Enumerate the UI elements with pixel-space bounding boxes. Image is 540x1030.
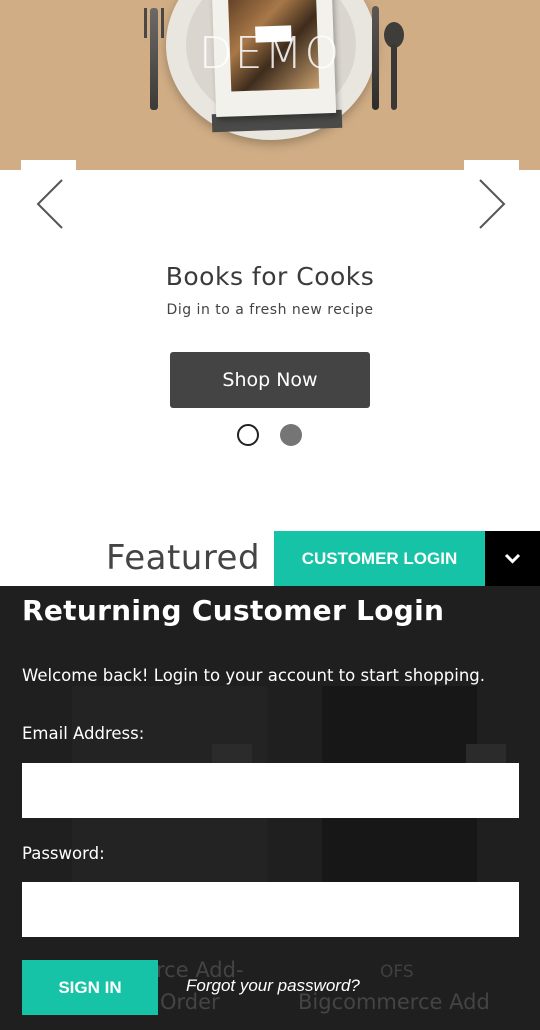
login-welcome-message: Welcome back! Login to your account to s… <box>22 666 486 685</box>
chevron-left-icon <box>36 179 63 229</box>
password-field[interactable] <box>22 882 519 937</box>
product-brand-text: OFS <box>380 962 414 982</box>
forgot-password-link[interactable]: Forgot your password? <box>186 976 360 996</box>
shop-now-button[interactable]: Shop Now <box>170 352 370 408</box>
hero-banner: DEMO <box>0 0 540 170</box>
product-badge <box>466 744 506 764</box>
login-panel: rce Add- Order OFS Bigcommerce Add Retur… <box>0 586 540 1030</box>
login-panel-title: Returning Customer Login <box>22 594 445 627</box>
customer-login-tab[interactable]: CUSTOMER LOGIN <box>274 531 485 586</box>
carousel-prev-button[interactable] <box>26 178 78 230</box>
sign-in-button[interactable]: SIGN IN <box>22 960 158 1015</box>
chevron-right-icon <box>479 179 506 229</box>
product-badge <box>212 744 252 764</box>
email-label: Email Address: <box>22 724 145 743</box>
carousel-dot-1[interactable] <box>237 424 259 446</box>
demo-watermark: DEMO <box>198 28 342 79</box>
email-field[interactable] <box>22 763 519 818</box>
chevron-down-icon <box>504 553 521 564</box>
slide-subtitle: Dig in to a fresh new recipe <box>166 302 374 318</box>
carousel-next-button[interactable] <box>466 178 518 230</box>
featured-heading: Featured <box>106 538 261 578</box>
password-label: Password: <box>22 844 105 863</box>
slide-title: Books for Cooks <box>165 262 375 291</box>
carousel-dot-2[interactable] <box>280 424 302 446</box>
login-panel-toggle[interactable] <box>485 531 540 586</box>
prev-arrow-tab <box>21 160 76 172</box>
next-arrow-tab <box>464 160 519 172</box>
